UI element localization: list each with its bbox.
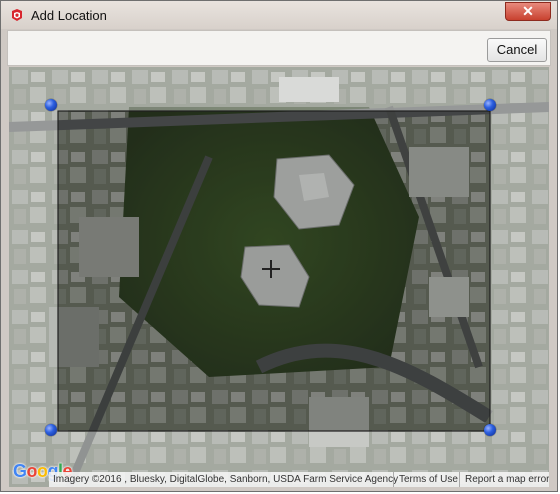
toolbar: Cancel (7, 30, 551, 66)
report-map-error-link[interactable]: Report a map error (459, 472, 549, 487)
map-view[interactable]: Google Imagery ©2016 , Bluesky, DigitalG… (9, 67, 549, 487)
cancel-button[interactable]: Cancel (487, 38, 547, 62)
close-icon: ✕ (522, 3, 534, 19)
corner-handle-bottom-left[interactable] (45, 424, 57, 436)
corner-handle-top-left[interactable] (45, 99, 57, 111)
crosshair-cursor-icon (262, 260, 280, 278)
add-location-window: Add Location ✕ Cancel Google Imagery ©20… (0, 0, 558, 492)
window-title: Add Location (31, 8, 107, 23)
close-button[interactable]: ✕ (505, 2, 551, 21)
title-bar[interactable]: Add Location ✕ (1, 1, 557, 29)
terms-of-use-link[interactable]: Terms of Use (393, 472, 458, 487)
corner-handle-bottom-right[interactable] (484, 424, 496, 436)
imagery-credit: Imagery ©2016 , Bluesky, DigitalGlobe, S… (53, 474, 399, 485)
sketchup-app-icon (12, 9, 22, 21)
map-attribution-bar: Imagery ©2016 , Bluesky, DigitalGlobe, S… (49, 472, 549, 487)
corner-handle-top-right[interactable] (484, 99, 496, 111)
